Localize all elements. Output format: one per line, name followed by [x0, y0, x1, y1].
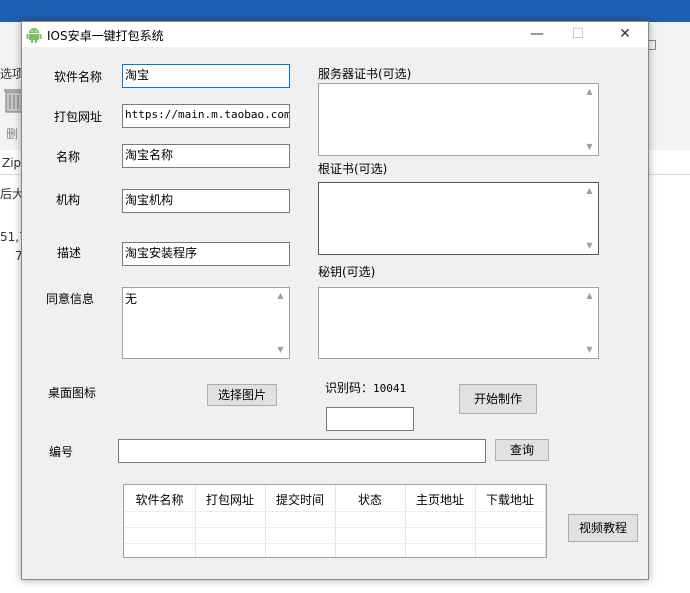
- name-label: 名称: [56, 150, 81, 164]
- column-header-homepage[interactable]: 主页地址: [405, 491, 475, 508]
- agree-info-label: 同意信息: [46, 292, 95, 306]
- column-header-submit-time[interactable]: 提交时间: [265, 491, 335, 508]
- software-name-label: 软件名称: [54, 70, 103, 84]
- secret-key-textarea[interactable]: ▲ ▼: [318, 287, 599, 359]
- serial-input[interactable]: [118, 439, 486, 463]
- column-header-status[interactable]: 状态: [335, 491, 405, 508]
- org-label: 机构: [56, 193, 81, 207]
- desktop-icon-label: 桌面图标: [48, 386, 97, 400]
- description-input[interactable]: 淘宝安装程序: [122, 242, 290, 266]
- background-zip-label: Zip: [2, 156, 22, 170]
- captcha-label: 识别码：10041: [325, 379, 406, 396]
- root-cert-textarea[interactable]: ▲ ▼: [318, 182, 599, 255]
- column-header-software-name[interactable]: 软件名称: [124, 491, 195, 508]
- secret-key-label: 秘钥(可选): [318, 265, 376, 279]
- server-cert-scrollbar[interactable]: ▲ ▼: [582, 85, 597, 154]
- server-cert-textarea[interactable]: ▲ ▼: [318, 83, 599, 156]
- background-delete-label: 删: [6, 127, 19, 141]
- android-icon: [26, 26, 42, 43]
- maximize-button[interactable]: ☐: [555, 22, 601, 47]
- package-url-input[interactable]: https://main.m.taobao.com/: [122, 104, 290, 128]
- choose-image-button[interactable]: 选择图片: [207, 384, 277, 406]
- scroll-down-icon[interactable]: ▼: [582, 140, 597, 154]
- results-table[interactable]: 软件名称 打包网址 提交时间 状态 主页地址 下载地址: [123, 484, 547, 558]
- scroll-down-icon[interactable]: ▼: [273, 343, 288, 357]
- serial-label: 编号: [49, 445, 74, 459]
- server-cert-label: 服务器证书(可选): [318, 67, 412, 81]
- agree-info-text: 无: [125, 292, 138, 306]
- captcha-input[interactable]: [326, 407, 414, 431]
- table-row-divider: [124, 527, 546, 528]
- root-cert-label: 根证书(可选): [318, 162, 388, 176]
- main-window: IOS安卓一键打包系统 — ☐ ✕ 软件名称 淘宝 打包网址 https://m…: [21, 21, 649, 580]
- org-input[interactable]: 淘宝机构: [122, 189, 290, 213]
- background-window-titlebar: [0, 0, 690, 22]
- scroll-down-icon[interactable]: ▼: [582, 343, 597, 357]
- column-header-package-url[interactable]: 打包网址: [195, 491, 265, 508]
- secret-key-scrollbar[interactable]: ▲ ▼: [582, 289, 597, 357]
- query-button[interactable]: 查询: [495, 439, 549, 461]
- software-name-input[interactable]: 淘宝: [122, 64, 290, 88]
- column-header-download[interactable]: 下载地址: [475, 491, 545, 508]
- name-input[interactable]: 淘宝名称: [122, 144, 290, 168]
- agree-info-scrollbar[interactable]: ▲ ▼: [273, 289, 288, 357]
- start-build-button[interactable]: 开始制作: [459, 384, 537, 414]
- scroll-up-icon[interactable]: ▲: [273, 289, 288, 303]
- scroll-down-icon[interactable]: ▼: [582, 239, 597, 253]
- minimize-button[interactable]: —: [514, 22, 560, 47]
- title-bar: IOS安卓一键打包系统 — ☐ ✕: [22, 22, 648, 47]
- table-row-divider: [124, 543, 546, 544]
- description-label: 描述: [57, 246, 82, 260]
- root-cert-scrollbar[interactable]: ▲ ▼: [582, 184, 597, 253]
- captcha-code: 10041: [373, 382, 407, 395]
- scroll-up-icon[interactable]: ▲: [582, 184, 597, 198]
- captcha-label-text: 识别码：: [325, 381, 374, 395]
- agree-info-textarea[interactable]: 无 ▲ ▼: [122, 287, 290, 359]
- scroll-up-icon[interactable]: ▲: [582, 289, 597, 303]
- package-url-label: 打包网址: [54, 110, 103, 124]
- video-tutorial-button[interactable]: 视频教程: [568, 514, 638, 542]
- close-button[interactable]: ✕: [602, 22, 648, 47]
- scroll-up-icon[interactable]: ▲: [582, 85, 597, 99]
- window-title: IOS安卓一键打包系统: [47, 29, 164, 43]
- table-row-divider: [124, 511, 546, 512]
- table-column-divider: [545, 485, 546, 557]
